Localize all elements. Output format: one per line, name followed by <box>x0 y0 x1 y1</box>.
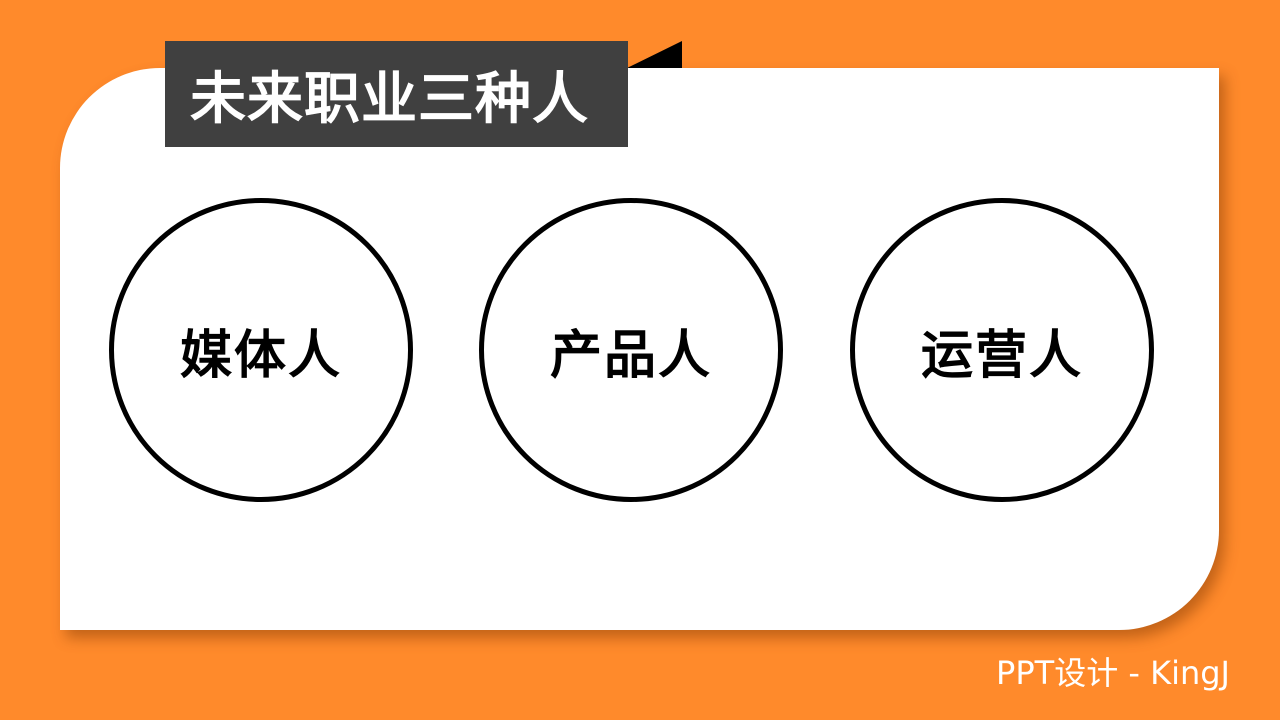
circle-product-person: 产品人 <box>479 198 783 502</box>
footer-credit: PPT设计 - KingJ <box>996 654 1230 692</box>
circle-operations-person: 运营人 <box>850 198 1154 502</box>
title-banner: 未来职业三种人 <box>165 41 628 147</box>
circle-label-operations: 运营人 <box>920 325 1083 386</box>
circle-label-media: 媒体人 <box>179 325 342 386</box>
title-fold-decoration <box>627 41 682 68</box>
circle-label-product: 产品人 <box>549 325 712 386</box>
slide-title: 未来职业三种人 <box>190 66 589 132</box>
circle-media-person: 媒体人 <box>109 198 413 502</box>
